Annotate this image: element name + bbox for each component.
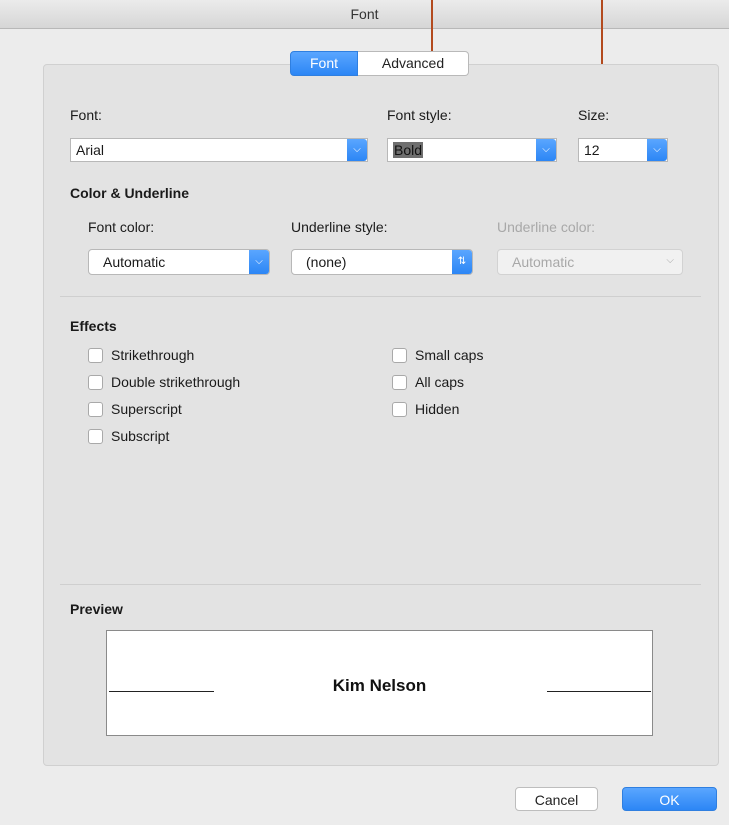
underline-color-popup: Automatic ⌵ xyxy=(497,249,683,275)
tab-font[interactable]: Font xyxy=(290,51,358,76)
size-value: 12 xyxy=(584,142,600,158)
checkbox-label: Subscript xyxy=(111,428,170,444)
window-title: Font xyxy=(350,6,379,22)
double-strikethrough-checkbox[interactable]: Double strikethrough xyxy=(88,374,240,390)
strikethrough-checkbox[interactable]: Strikethrough xyxy=(88,347,194,363)
preview-rule-right xyxy=(547,691,651,692)
up-down-chevron-icon: ⇅ xyxy=(452,250,472,274)
font-combo[interactable]: Arial ⌵ xyxy=(70,138,368,162)
font-color-popup[interactable]: Automatic ⌵ xyxy=(88,249,270,275)
checkbox-box[interactable] xyxy=(392,401,407,417)
chevron-down-icon[interactable]: ⌵ xyxy=(647,139,667,161)
chevron-down-icon: ⌵ xyxy=(249,250,269,274)
font-style-combo[interactable]: Bold ⌵ xyxy=(387,138,557,162)
checkbox-box[interactable] xyxy=(88,374,103,390)
superscript-checkbox[interactable]: Superscript xyxy=(88,401,182,417)
preview-text: Kim Nelson xyxy=(332,676,427,695)
ok-button[interactable]: OK xyxy=(622,787,717,811)
hidden-checkbox[interactable]: Hidden xyxy=(392,401,459,417)
chevron-down-icon[interactable]: ⌵ xyxy=(536,139,556,161)
color-underline-heading: Color & Underline xyxy=(70,185,190,201)
divider xyxy=(60,584,701,585)
font-color-value: Automatic xyxy=(103,254,166,270)
checkbox-label: Small caps xyxy=(415,347,484,363)
font-label: Font: xyxy=(70,107,102,123)
cancel-button[interactable]: Cancel xyxy=(515,787,598,811)
underline-color-value: Automatic xyxy=(512,254,575,270)
size-label: Size: xyxy=(578,107,610,123)
checkbox-label: Superscript xyxy=(111,401,182,417)
font-color-label: Font color: xyxy=(88,219,155,235)
effects-heading: Effects xyxy=(70,318,117,334)
all-caps-checkbox[interactable]: All caps xyxy=(392,374,464,390)
chevron-down-icon: ⌵ xyxy=(666,255,674,266)
tab-advanced[interactable]: Advanced xyxy=(358,51,469,76)
underline-style-label: Underline style: xyxy=(291,219,388,235)
preview-heading: Preview xyxy=(70,601,123,617)
checkbox-box[interactable] xyxy=(88,347,103,363)
checkbox-label: Double strikethrough xyxy=(111,374,241,390)
small-caps-checkbox[interactable]: Small caps xyxy=(392,347,483,363)
checkbox-box[interactable] xyxy=(392,374,407,390)
size-combo[interactable]: 12 ⌵ xyxy=(578,138,668,162)
font-value: Arial xyxy=(76,142,105,158)
checkbox-box[interactable] xyxy=(88,428,103,444)
checkbox-box[interactable] xyxy=(392,347,407,363)
title-bar: Font xyxy=(0,0,729,29)
underline-color-label: Underline color: xyxy=(497,219,596,235)
divider xyxy=(60,296,701,297)
subscript-checkbox[interactable]: Subscript xyxy=(88,428,169,444)
font-style-value: Bold xyxy=(393,142,424,158)
checkbox-box[interactable] xyxy=(88,401,103,417)
font-style-label: Font style: xyxy=(387,107,452,123)
checkbox-label: All caps xyxy=(415,374,465,390)
underline-style-value: (none) xyxy=(306,254,347,270)
chevron-down-icon[interactable]: ⌵ xyxy=(347,139,367,161)
checkbox-label: Hidden xyxy=(415,401,460,417)
underline-style-popup[interactable]: (none) ⇅ xyxy=(291,249,473,275)
checkbox-label: Strikethrough xyxy=(111,347,195,363)
tab-bar: Font Advanced xyxy=(290,51,469,76)
preview-box: Kim Nelson xyxy=(106,630,653,736)
